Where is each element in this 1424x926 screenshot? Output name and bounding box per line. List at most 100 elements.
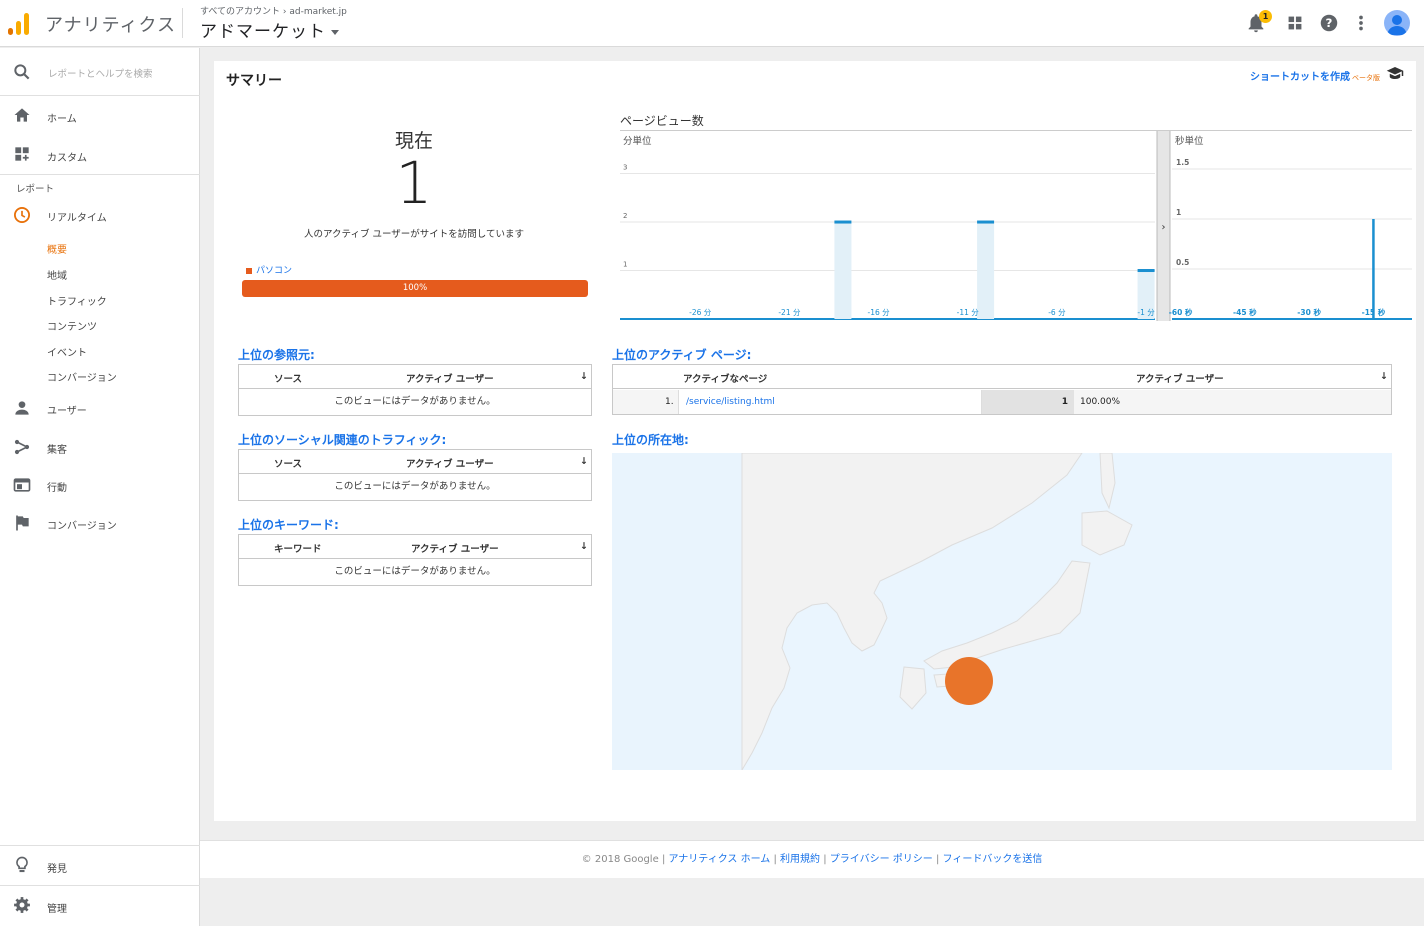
sidebar-item-label: ユーザー [47, 406, 87, 417]
sidebar-item-discover[interactable]: 発見 [0, 846, 200, 884]
sidebar-item-acquisition[interactable]: 集客 [0, 432, 200, 462]
analytics-logo-icon[interactable] [8, 11, 32, 35]
lightbulb-icon [16, 856, 28, 873]
col-source[interactable]: ソース [274, 371, 302, 385]
x-tick-label: -45 秒 [1233, 307, 1257, 317]
device-name: パソコン [256, 266, 293, 276]
sort-arrow-icon[interactable]: ↓ [580, 541, 588, 552]
more-vert-icon[interactable] [1350, 12, 1372, 34]
sidebar-item-realtime[interactable]: リアルタイム [0, 200, 200, 230]
col-source[interactable]: ソース [274, 456, 302, 470]
device-percent-bar: 100% [242, 280, 588, 297]
social-title: 上位のソーシャル関連のトラフィック: [238, 433, 447, 447]
sidebar-item-label: 発見 [47, 864, 67, 875]
active-pages-title: 上位のアクティブ ページ: [612, 348, 752, 362]
search-icon [14, 64, 30, 80]
breadcrumb[interactable]: すべてのアカウント › ad-market.jp [200, 4, 347, 17]
account-avatar[interactable] [1384, 10, 1410, 36]
users-cell: 1 [982, 390, 1074, 414]
sidebar-item-admin[interactable]: 管理 [0, 886, 200, 924]
legend-swatch [246, 267, 252, 274]
bar-cap [1137, 269, 1155, 273]
table-header: キーワード アクティブ ユーザー ↓ [239, 535, 591, 559]
row-index: 1. [665, 397, 674, 407]
sidebar-item-label: カスタム [47, 153, 87, 164]
page-cell: /service/listing.html [678, 390, 982, 414]
sidebar-item-conversions[interactable]: コンバージョン [0, 508, 200, 538]
sidebar-item-custom[interactable]: カスタム [0, 135, 200, 173]
sidebar-item-label: ホーム [47, 114, 77, 125]
create-shortcut-link[interactable]: ショートカットを作成 ベータ版 [1250, 68, 1380, 83]
locations-map[interactable] [612, 453, 1392, 770]
referrals-table: ソース アクティブ ユーザー ↓ このビューにはデータがありません。 [238, 364, 592, 416]
y-tick-label: 2 [623, 212, 627, 220]
help-icon[interactable]: ? [1318, 12, 1340, 34]
sidebar-item-audience[interactable]: ユーザー [0, 393, 200, 423]
header-divider [182, 8, 183, 38]
search-input[interactable]: レポートとヘルプを検索 [48, 66, 153, 80]
sort-arrow-icon[interactable]: ↓ [580, 456, 588, 467]
col-active-users[interactable]: アクティブ ユーザー [1136, 371, 1224, 385]
sidebar-item-label: 行動 [47, 483, 67, 494]
location-bubble[interactable] [945, 657, 993, 705]
bar-cap [834, 220, 852, 224]
app-name[interactable]: アナリティクス [45, 11, 176, 37]
sidebar-subitem-events[interactable]: イベント [47, 344, 87, 359]
footer-link-feedback[interactable]: フィードバックを送信 [943, 854, 1043, 865]
device-legend: パソコン [246, 263, 292, 276]
empty-message: このビューにはデータがありません。 [334, 396, 496, 407]
sidebar-subitem-content[interactable]: コンテンツ [47, 318, 97, 333]
y-tick-label: 1 [623, 261, 627, 269]
graduation-cap-icon[interactable] [1386, 66, 1404, 80]
social-table: ソース アクティブ ユーザー ↓ このビューにはデータがありません。 [238, 449, 592, 501]
table-row: 1. /service/listing.html 1 100.00% [613, 390, 1391, 414]
chevron-right-icon[interactable]: › [1162, 222, 1166, 233]
sidebar-item-behavior[interactable]: 行動 [0, 470, 200, 500]
col-active-users[interactable]: アクティブ ユーザー [411, 541, 499, 555]
col-active-users[interactable]: アクティブ ユーザー [406, 371, 494, 385]
apps-grid-icon[interactable] [1284, 12, 1306, 34]
x-tick-label: -60 秒 [1169, 307, 1193, 317]
empty-message: このビューにはデータがありません。 [334, 566, 496, 577]
bar-cap [977, 220, 995, 224]
sidebar-item-home[interactable]: ホーム [0, 96, 200, 134]
person-icon [15, 401, 29, 415]
referrals-title: 上位の参照元: [238, 348, 315, 362]
sidebar-subitem-conversions[interactable]: コンバージョン [47, 369, 117, 384]
footer-link-home[interactable]: アナリティクス ホーム [669, 854, 771, 865]
property-name: アドマーケット [200, 22, 326, 42]
sidebar: レポートとヘルプを検索 ホーム カスタム レポート リアルタイム 概要 地域 ト… [0, 48, 200, 926]
sort-arrow-icon[interactable]: ↓ [580, 371, 588, 382]
active-users-count: 1 [395, 149, 433, 217]
breadcrumb-account[interactable]: ad-market.jp [289, 7, 347, 17]
bar [834, 222, 852, 319]
x-tick-label: -6 分 [1048, 308, 1066, 317]
footer-link-privacy[interactable]: プライバシー ポリシー [830, 854, 933, 865]
sidebar-subitem-locations[interactable]: 地域 [47, 267, 67, 282]
col-active-users[interactable]: アクティブ ユーザー [406, 456, 494, 470]
chart-title: ページビュー数 [620, 114, 704, 128]
x-tick-label: -30 秒 [1297, 307, 1321, 317]
table-header: ソース アクティブ ユーザー ↓ [239, 450, 591, 474]
second-chart: 秒単位 0.5 1 1.5 -60 秒 -45 秒 -30 秒 -15 秒 [1169, 135, 1412, 320]
caret-down-icon [331, 29, 339, 35]
sidebar-subitem-overview[interactable]: 概要 [47, 241, 67, 256]
col-keyword[interactable]: キーワード [274, 541, 322, 555]
empty-message: このビューにはデータがありません。 [334, 481, 496, 492]
property-selector[interactable]: アドマーケット [200, 17, 339, 42]
reports-heading: レポート [16, 184, 55, 195]
sidebar-subitem-traffic[interactable]: トラフィック [47, 293, 107, 308]
gear-icon [14, 897, 30, 913]
y-tick-label: 0.5 [1176, 258, 1189, 267]
active-pages-table: アクティブなページ アクティブ ユーザー ↓ 1. /service/listi… [612, 364, 1392, 415]
sidebar-search[interactable]: レポートとヘルプを検索 [0, 48, 200, 95]
footer-link-terms[interactable]: 利用規約 [780, 854, 820, 865]
footer-separator: | [823, 854, 827, 865]
sidebar-item-label: 管理 [47, 904, 67, 915]
beta-badge: ベータ版 [1352, 74, 1380, 82]
page-link[interactable]: /service/listing.html [686, 397, 775, 407]
sort-arrow-icon[interactable]: ↓ [1380, 371, 1388, 382]
col-active-page[interactable]: アクティブなページ [683, 371, 767, 385]
sidebar-item-label: リアルタイム [47, 213, 107, 224]
breadcrumb-all-accounts[interactable]: すべてのアカウント [200, 7, 280, 17]
